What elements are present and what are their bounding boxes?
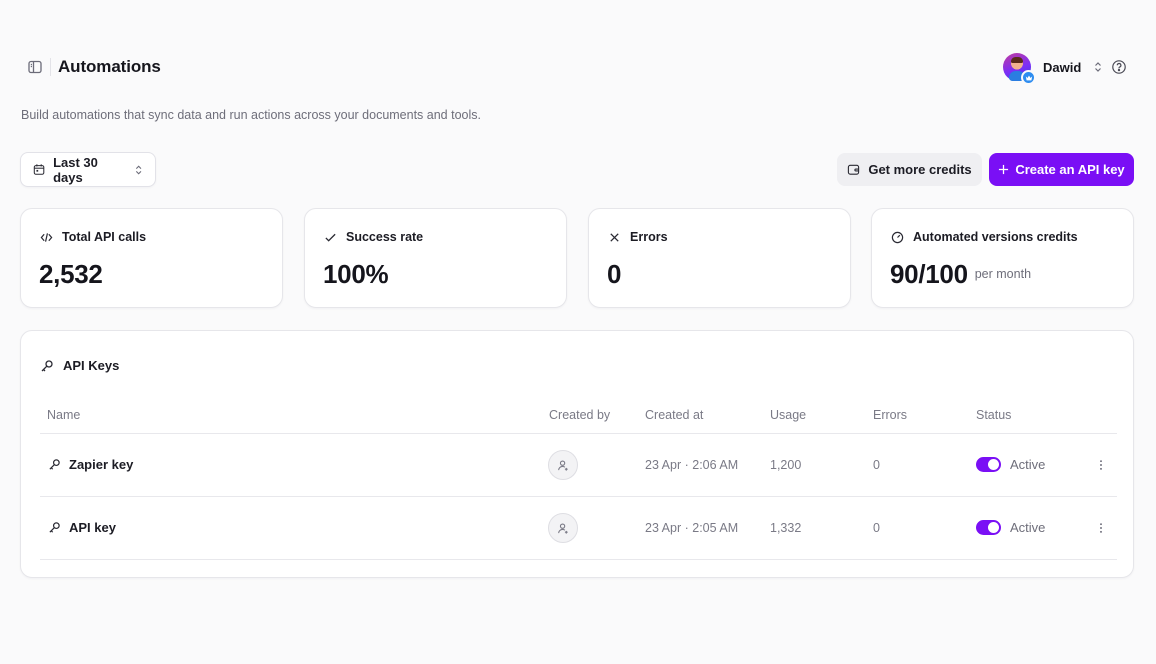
stat-value-number: 90/100 (890, 259, 968, 289)
chevron-up-down-icon (1095, 62, 1102, 72)
status-label: Active (1010, 457, 1046, 472)
row-divider (40, 496, 1117, 497)
x-icon (610, 232, 619, 242)
stat-value: 0 (607, 259, 622, 289)
sidebar-toggle-icon[interactable] (27, 59, 43, 75)
stat-label: Automated versions credits (913, 230, 1078, 244)
stat-card-automated-credits: Automated versions credits 90/100 per mon… (871, 208, 1134, 308)
row-divider (40, 559, 1117, 560)
stat-card-total-api-calls: Total API calls 2,532 (20, 208, 283, 308)
column-header-status[interactable]: Status (976, 408, 1011, 422)
date-range-label: Last 30 days (53, 154, 98, 185)
column-header-errors[interactable]: Errors (873, 408, 907, 422)
created-at: 23 Apr · 2:06 AM (645, 458, 739, 472)
table-row-name[interactable]: Zapier key (48, 457, 133, 472)
create-api-key-label: Create an API key (1015, 162, 1125, 177)
status-toggle[interactable] (976, 520, 1001, 535)
create-api-key-button[interactable]: Create an API key (989, 153, 1134, 186)
key-icon (49, 459, 60, 470)
status-toggle[interactable] (976, 457, 1001, 472)
gauge-icon (891, 231, 904, 243)
code-icon (40, 232, 53, 242)
calendar-icon (33, 164, 45, 175)
status: Active (976, 520, 1045, 535)
status-label: Active (1010, 520, 1046, 535)
usage: 1,332 (770, 521, 802, 535)
usage: 1,200 (770, 458, 802, 472)
status: Active (976, 457, 1045, 472)
stat-suffix: per month (974, 267, 1032, 281)
user-menu[interactable]: Dawid (1003, 52, 1103, 85)
get-more-credits-label: Get more credits (868, 162, 972, 177)
page-title: Automations (58, 57, 161, 76)
column-header-name[interactable]: Name (47, 408, 80, 422)
check-icon (325, 233, 336, 242)
crown-icon (1021, 70, 1036, 85)
stat-label: Total API calls (62, 230, 147, 244)
key-name: Zapier key (69, 457, 134, 472)
stat-value: 2,532 (39, 259, 103, 289)
stat-label: Errors (630, 230, 668, 244)
header-divider (50, 58, 51, 76)
stat-card-errors: Errors 0 (588, 208, 851, 308)
created-by-avatar (548, 513, 578, 543)
stat-value: 100% (323, 259, 389, 289)
row-divider (40, 433, 1117, 434)
key-name: API key (69, 520, 116, 535)
key-icon (49, 522, 60, 533)
user-icon (557, 459, 568, 471)
page-subtitle: Build automations that sync data and run… (21, 108, 481, 122)
api-keys-title: API Keys (63, 358, 120, 373)
user-name: Dawid (1043, 59, 1082, 75)
get-more-credits-button[interactable]: Get more credits (837, 153, 982, 186)
avatar (1003, 53, 1036, 85)
help-icon[interactable] (1111, 59, 1127, 75)
more-options-icon[interactable] (1095, 457, 1107, 473)
created-by-avatar (548, 450, 578, 480)
plus-icon (999, 164, 1009, 175)
wallet-icon (848, 164, 860, 175)
stat-card-success-rate: Success rate 100% (304, 208, 567, 308)
errors: 0 (873, 458, 880, 472)
errors: 0 (873, 521, 880, 535)
column-header-created-by[interactable]: Created by (549, 408, 610, 422)
api-keys-card: API Keys Name Created by Created at Usag… (20, 330, 1134, 578)
created-at: 23 Apr · 2:05 AM (645, 521, 739, 535)
column-header-created-at[interactable]: Created at (645, 408, 703, 422)
column-header-usage[interactable]: Usage (770, 408, 806, 422)
chevron-up-down-icon (135, 164, 142, 175)
stat-value: 90/100 per month (890, 259, 1031, 290)
date-range-select[interactable]: Last 30 days (20, 152, 156, 187)
table-row-name[interactable]: API key (48, 520, 116, 535)
more-options-icon[interactable] (1095, 520, 1107, 536)
stat-label: Success rate (346, 230, 424, 244)
key-icon (41, 359, 53, 371)
user-icon (557, 522, 568, 534)
